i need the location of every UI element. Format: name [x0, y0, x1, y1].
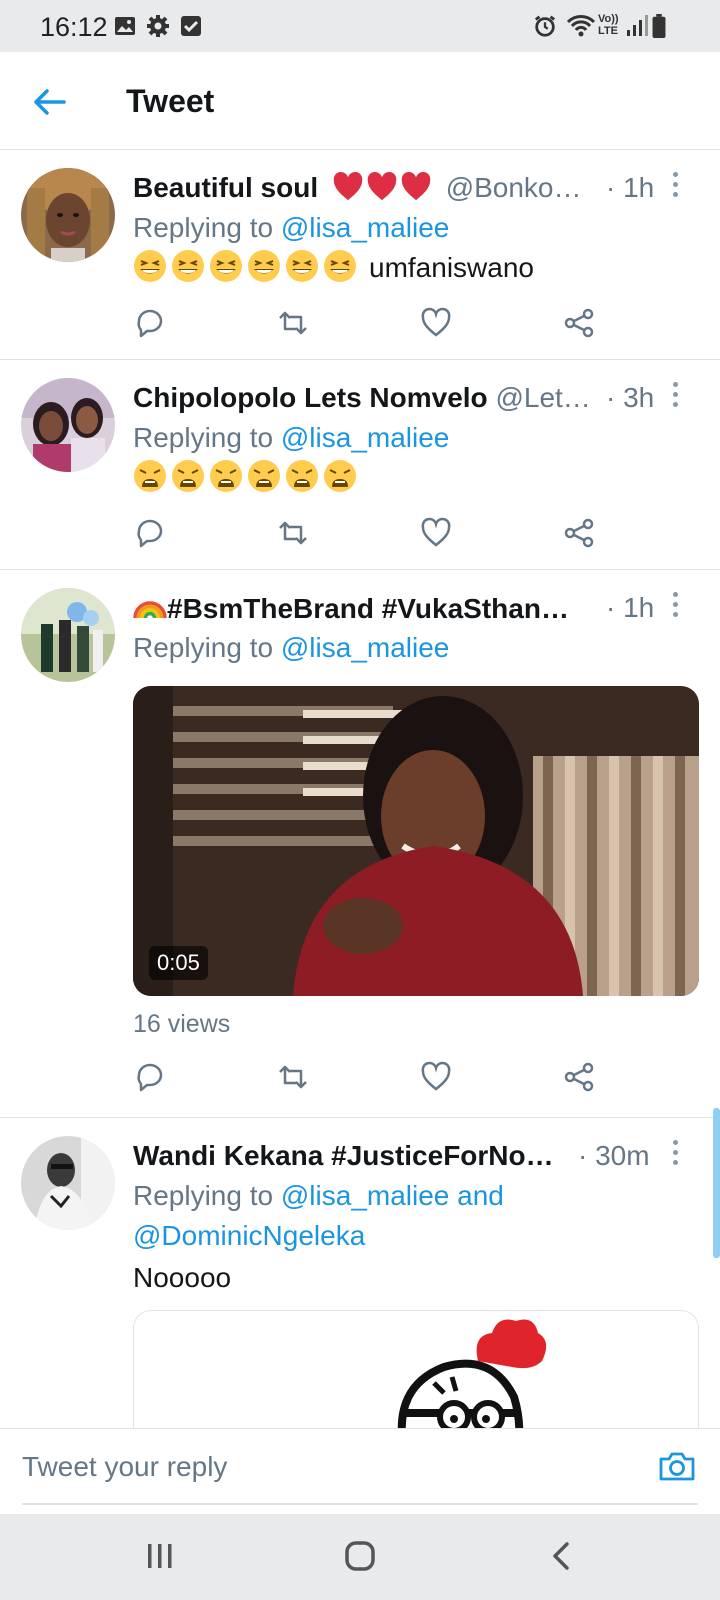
gear-icon: [147, 15, 169, 37]
back-icon[interactable]: [542, 1538, 582, 1574]
mention-link[interactable]: @lisa_maliee: [281, 632, 450, 663]
display-name[interactable]: Chipolopolo Lets Nomvelo: [133, 382, 488, 413]
scrollbar[interactable]: [713, 1108, 720, 1258]
red-heart-emoji: [401, 171, 431, 201]
avatar[interactable]: [21, 1136, 115, 1230]
wifi-icon: [566, 15, 596, 37]
retweet-icon[interactable]: [276, 516, 310, 550]
tweet-header: #BsmTheBrand #VukaSthan…: [133, 590, 640, 626]
share-icon[interactable]: [562, 1060, 596, 1094]
reply-icon[interactable]: [133, 1060, 167, 1094]
tweet-header: Wandi Kekana #JusticeForNo…: [133, 1138, 640, 1174]
like-icon[interactable]: [419, 1060, 453, 1094]
display-name[interactable]: #BsmTheBrand #VukaSthan…: [167, 593, 569, 624]
grinning-squinting-emoji: [172, 250, 204, 282]
view-count: 16 views: [133, 1010, 231, 1038]
share-icon[interactable]: [562, 516, 596, 550]
image-icon: [115, 17, 135, 35]
handle: @Bonko…: [445, 172, 582, 203]
video-duration: 0:05: [149, 946, 208, 980]
reply-icon[interactable]: [133, 306, 167, 340]
battery-icon: [652, 14, 666, 38]
like-icon[interactable]: [419, 516, 453, 550]
tweet-actions: [133, 306, 613, 340]
reply-input[interactable]: [22, 1443, 642, 1491]
replying-to: Replying to @lisa_maliee: [133, 422, 450, 453]
weary-face-emoji: [134, 460, 166, 492]
camera-icon[interactable]: [658, 1447, 696, 1485]
avatar[interactable]: [21, 378, 115, 472]
grinning-squinting-emoji: [248, 250, 280, 282]
tweet[interactable]: #BsmTheBrand #VukaSthan… · 1h Replying t…: [0, 570, 720, 1118]
media-card[interactable]: [133, 1310, 699, 1428]
more-options-icon[interactable]: [670, 1140, 680, 1168]
mention-link[interactable]: @lisa_maliee: [281, 422, 450, 453]
timestamp: · 1h: [606, 592, 655, 623]
tweet[interactable]: Chipolopolo Lets Nomvelo @Let… · 3h Repl…: [0, 360, 720, 570]
tweet-header: Beautiful soul @Bonko…: [133, 170, 640, 206]
retweet-icon[interactable]: [276, 1060, 310, 1094]
header: Tweet: [0, 52, 720, 150]
replying-to: Replying to @lisa_maliee: [133, 632, 450, 663]
more-options-icon[interactable]: [670, 382, 680, 410]
weary-face-emoji: [324, 460, 356, 492]
reply-underline: [22, 1503, 698, 1505]
red-heart-emoji: [333, 171, 363, 201]
arrow-left-icon[interactable]: [28, 80, 72, 124]
retweet-icon[interactable]: [276, 306, 310, 340]
replying-to: Replying to @lisa_maliee and @DominicNge…: [133, 1180, 504, 1251]
signal-icon: [627, 15, 648, 36]
weary-face-emoji: [210, 460, 242, 492]
alarm-icon: [534, 15, 556, 37]
mention-link[interactable]: @lisa_maliee: [281, 212, 450, 243]
video-player[interactable]: 0:05: [133, 686, 699, 996]
tweet-text: [133, 458, 361, 498]
timestamp: · 1h: [606, 172, 655, 203]
weary-face-emoji: [286, 460, 318, 492]
more-options-icon[interactable]: [670, 172, 680, 200]
tweet-actions: [133, 516, 613, 550]
tweet-body-text: umfaniswano: [369, 252, 534, 283]
grinning-squinting-emoji: [210, 250, 242, 282]
display-name[interactable]: Beautiful soul: [133, 172, 318, 203]
tweet-actions: [133, 1060, 613, 1094]
rainbow-emoji: [133, 601, 167, 619]
rooster-sticker: [397, 1319, 547, 1428]
page-title: Tweet: [126, 83, 215, 119]
avatar[interactable]: [21, 168, 115, 262]
status-bar: 16:12 Vo)) LTE: [0, 0, 720, 52]
weary-face-emoji: [248, 460, 280, 492]
weary-face-emoji: [172, 460, 204, 492]
mention-link[interactable]: @lisa_maliee and: [281, 1180, 504, 1211]
tweet-text: Nooooo: [133, 1262, 232, 1293]
tweet[interactable]: Beautiful soul @Bonko… · 1h Replying to …: [0, 150, 720, 360]
more-options-icon[interactable]: [670, 592, 680, 620]
reply-composer: [0, 1428, 720, 1514]
handle: @Let…: [495, 382, 591, 413]
display-name[interactable]: Wandi Kekana #JusticeForNo…: [133, 1140, 554, 1171]
checkbox-icon: [181, 16, 201, 36]
volte-icon: Vo)) LTE: [598, 13, 619, 37]
red-heart-emoji: [367, 171, 397, 201]
share-icon[interactable]: [562, 306, 596, 340]
tweet[interactable]: Wandi Kekana #JusticeForNo… · 30m Replyi…: [0, 1118, 720, 1428]
timestamp: · 30m: [578, 1140, 650, 1171]
tweet-header: Chipolopolo Lets Nomvelo @Let…: [133, 380, 640, 416]
grinning-squinting-emoji: [324, 250, 356, 282]
mention-link[interactable]: @DominicNgeleka: [133, 1220, 365, 1251]
tweet-text: umfaniswano: [133, 248, 534, 288]
reply-icon[interactable]: [133, 516, 167, 550]
video-thumbnail: [133, 686, 699, 996]
system-nav-bar: [0, 1514, 720, 1600]
recent-apps-icon[interactable]: [140, 1538, 180, 1574]
replying-to: Replying to @lisa_maliee: [133, 212, 450, 243]
status-time: 16:12: [40, 12, 108, 42]
home-icon[interactable]: [340, 1538, 380, 1574]
avatar[interactable]: [21, 588, 115, 682]
grinning-squinting-emoji: [134, 250, 166, 282]
grinning-squinting-emoji: [286, 250, 318, 282]
like-icon[interactable]: [419, 306, 453, 340]
timestamp: · 3h: [606, 382, 655, 413]
